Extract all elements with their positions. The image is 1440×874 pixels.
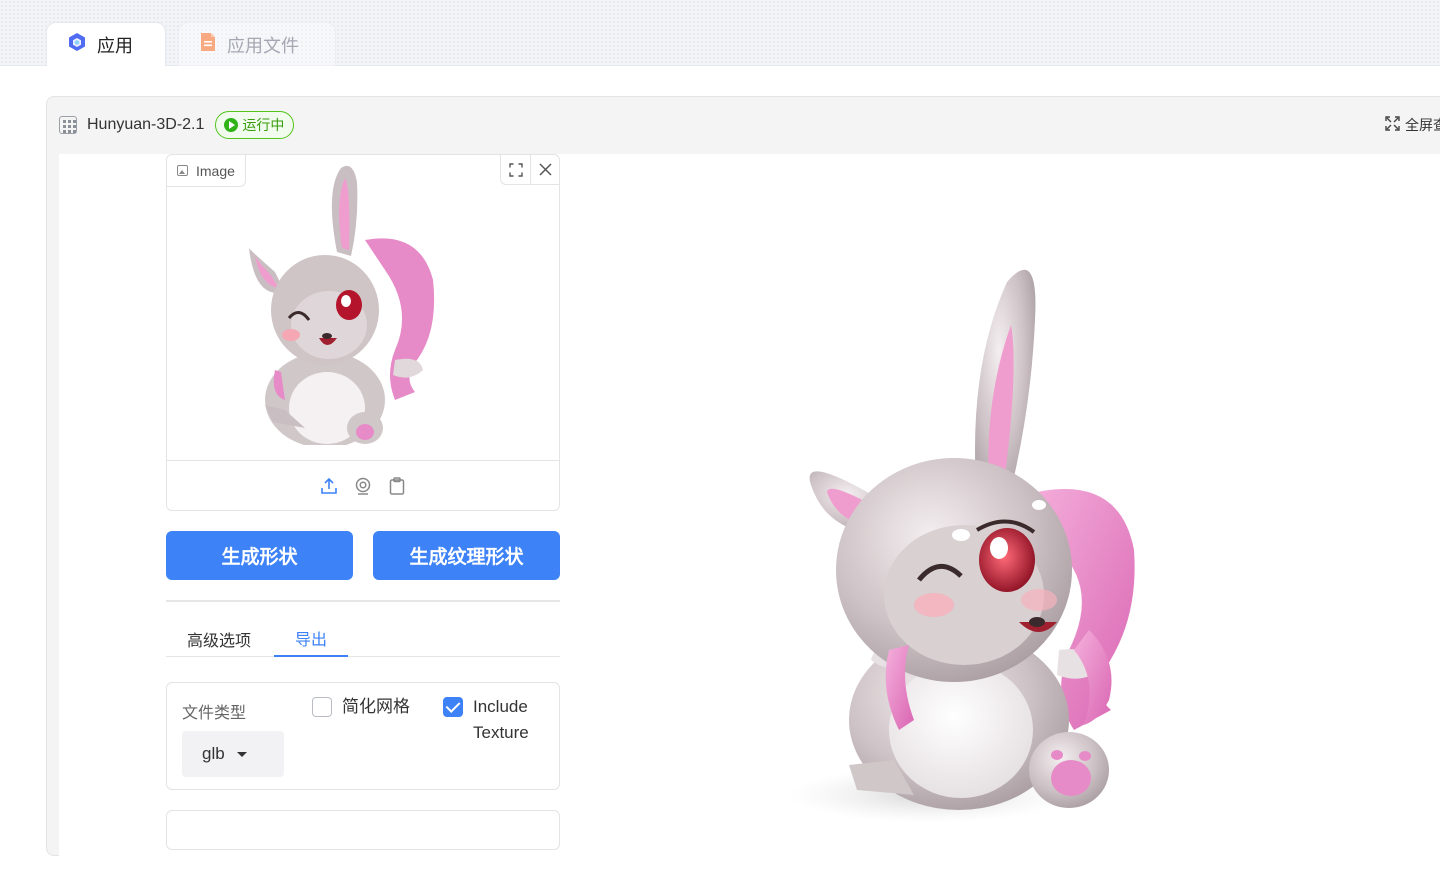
close-icon[interactable]	[530, 155, 559, 184]
document-icon	[199, 32, 217, 57]
top-tab-bar: 应用 应用文件	[0, 0, 1440, 66]
include-texture-label: Include Texture	[473, 697, 529, 742]
file-type-select[interactable]: glb	[182, 731, 284, 777]
app-header: Hunyuan-3D-2.1 运行中 全屏查	[47, 97, 1440, 153]
next-panel	[166, 810, 560, 850]
options-tabs: 高级选项 导出	[166, 620, 560, 657]
caret-down-icon	[236, 751, 247, 757]
image-source-bar	[167, 460, 559, 510]
generate-shape-button[interactable]: 生成形状	[166, 531, 353, 580]
uploaded-bunny-image	[249, 165, 435, 445]
tab-app-files-label: 应用文件	[227, 35, 299, 56]
fullscreen-label: 全屏查	[1405, 117, 1440, 133]
checkbox-unchecked-icon[interactable]	[312, 697, 332, 717]
generate-textured-shape-button[interactable]: 生成纹理形状	[373, 531, 560, 580]
simplify-mesh-checkbox[interactable]: 简化网格	[312, 694, 410, 720]
simplify-mesh-label: 简化网格	[342, 697, 410, 716]
tab-app-files[interactable]: 应用文件	[178, 22, 336, 66]
model-viewer[interactable]	[739, 250, 1179, 830]
file-type-label: 文件类型	[182, 705, 247, 722]
app-name: Hunyuan-3D-2.1	[87, 116, 205, 133]
tab-advanced-options[interactable]: 高级选项	[166, 620, 272, 657]
export-settings: 文件类型 glb 简化网格 Include Texture	[166, 682, 560, 790]
image-input-panel[interactable]: Image	[166, 154, 560, 511]
fullscreen-button[interactable]: 全屏查	[1385, 115, 1440, 135]
divider	[166, 600, 560, 602]
include-texture-checkbox[interactable]: Include Texture	[443, 694, 553, 746]
image-label-text: Image	[196, 162, 235, 179]
tab-app[interactable]: 应用	[46, 22, 166, 66]
upload-icon[interactable]	[319, 476, 339, 496]
cube-icon	[67, 32, 87, 57]
play-icon	[224, 118, 239, 132]
app-content: Image 生成形状 生成纹理形状 高级选项 导出 文件类型 glb 简化网格 …	[59, 154, 1440, 874]
image-tools	[500, 155, 559, 185]
webcam-icon[interactable]	[353, 476, 373, 496]
tab-app-label: 应用	[97, 35, 133, 56]
status-badge: 运行中	[215, 111, 295, 139]
image-icon	[177, 165, 188, 176]
checkbox-checked-icon[interactable]	[443, 697, 463, 717]
status-text: 运行中	[242, 117, 285, 133]
app-grid-icon	[59, 116, 77, 134]
tab-export[interactable]: 导出	[274, 620, 348, 657]
file-type-value: glb	[202, 744, 225, 763]
app-frame: Hunyuan-3D-2.1 运行中 全屏查 Image	[46, 96, 1440, 874]
image-label: Image	[167, 155, 246, 187]
fullscreen-icon[interactable]	[501, 155, 530, 184]
clipboard-icon[interactable]	[387, 476, 407, 496]
expand-icon	[1385, 116, 1400, 134]
